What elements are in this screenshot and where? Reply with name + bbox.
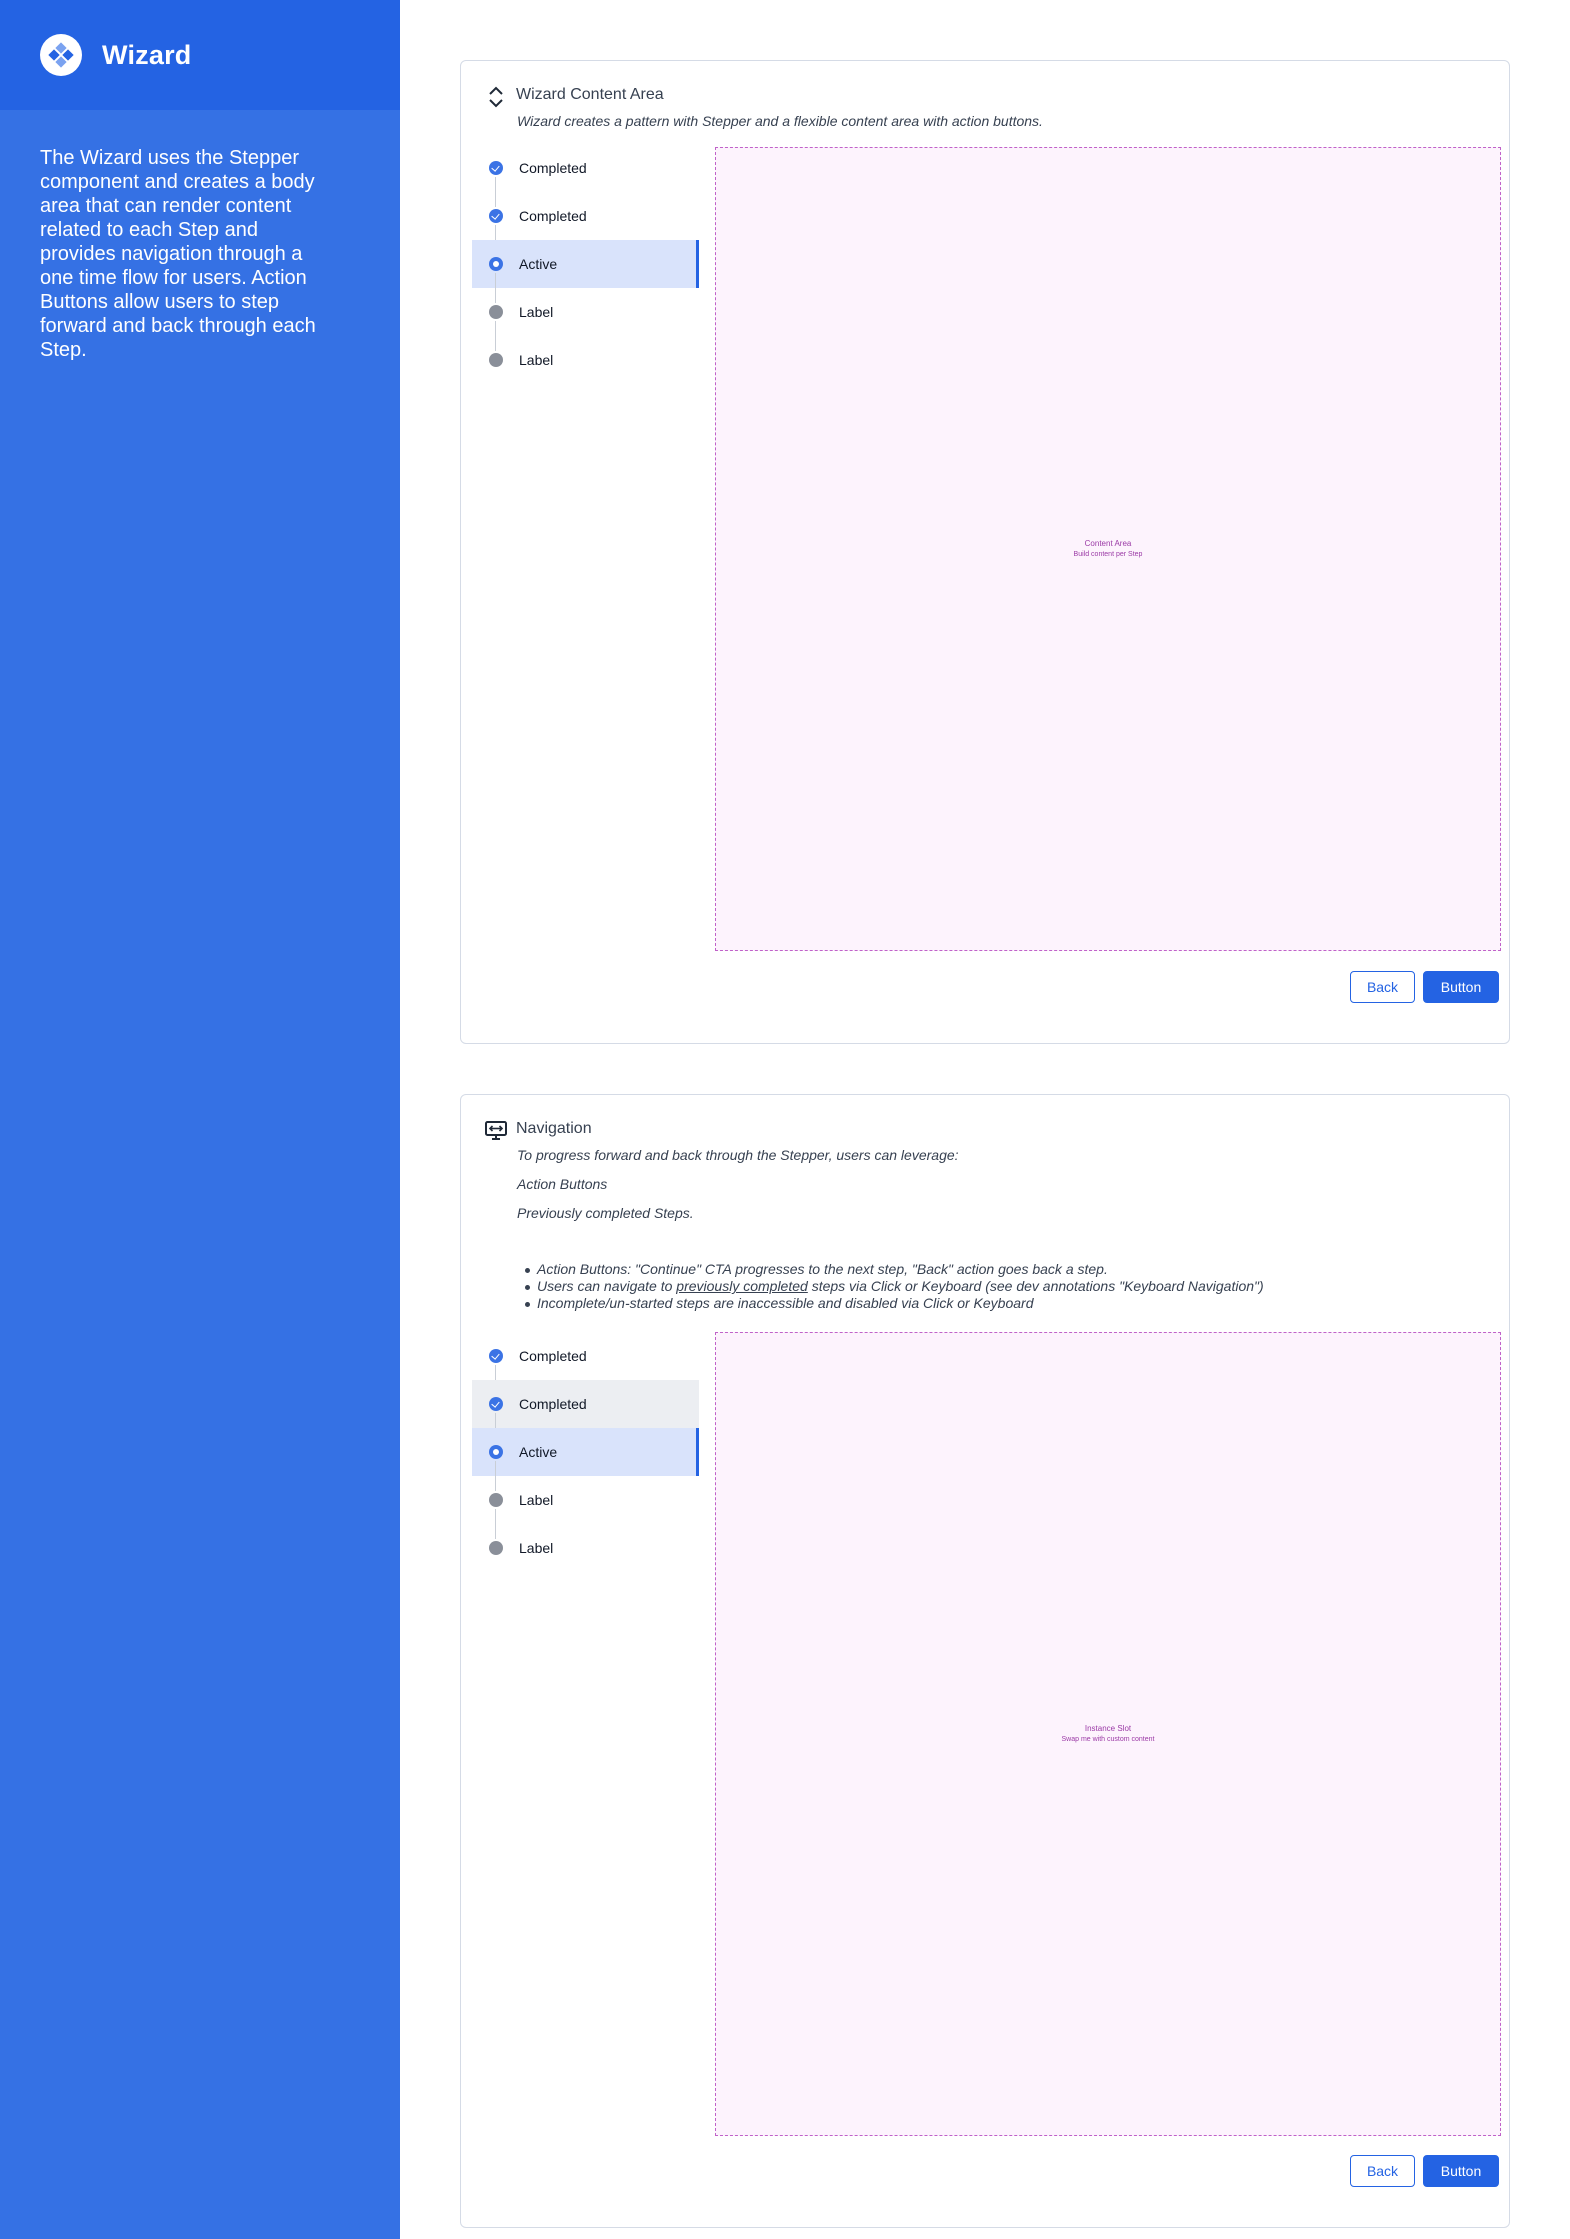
- step-pending-2: Label: [472, 336, 699, 384]
- card-subtitle: Wizard creates a pattern with Stepper an…: [517, 113, 1043, 129]
- action-buttons: Back Button: [1350, 971, 1499, 1003]
- step-label: Active: [519, 256, 558, 272]
- list-item: Users can navigate to previously complet…: [517, 1278, 1264, 1295]
- step-label: Active: [519, 1444, 558, 1460]
- back-button[interactable]: Back: [1350, 971, 1415, 1003]
- slot-title: Content Area: [1084, 539, 1132, 548]
- step-active[interactable]: Active: [472, 240, 699, 303]
- active-circle-icon: [489, 1445, 503, 1459]
- list-item: Action Buttons: "Continue" CTA progresse…: [517, 1261, 1264, 1278]
- navigation-item-action-buttons: Action Buttons: [517, 1176, 608, 1192]
- check-circle-icon: [489, 1397, 503, 1411]
- step-completed-2[interactable]: Completed: [472, 192, 699, 255]
- step-label: Completed: [519, 1396, 587, 1412]
- previously-completed-link: previously completed: [676, 1278, 808, 1294]
- step-label: Label: [519, 304, 554, 320]
- step-label: Completed: [519, 160, 587, 176]
- pending-circle-icon: [489, 1493, 503, 1507]
- primary-button[interactable]: Button: [1423, 971, 1499, 1003]
- card-header: Wizard Content Area: [485, 83, 664, 111]
- step-active[interactable]: Active: [472, 1428, 699, 1491]
- pending-circle-icon: [489, 353, 503, 367]
- stepper: Completed Completed Active Label Label: [472, 144, 699, 384]
- step-label: Label: [519, 352, 554, 368]
- step-label: Completed: [519, 1348, 587, 1364]
- content-area-slot: Content Area Build content per Step: [715, 147, 1501, 951]
- wizard-content-area-card: Wizard Content Area Wizard creates a pat…: [460, 60, 1510, 1044]
- step-completed-1[interactable]: Completed: [472, 144, 699, 207]
- card-title: Navigation: [516, 1120, 592, 1137]
- pending-circle-icon: [489, 1541, 503, 1555]
- expand-collapse-icon: [485, 83, 507, 111]
- step-label: Completed: [519, 208, 587, 224]
- stepper: Completed Completed Active Label Label: [472, 1332, 699, 1572]
- step-pending-1: Label: [472, 1476, 699, 1539]
- check-circle-icon: [489, 1349, 503, 1363]
- instance-slot: Instance Slot Swap me with custom conten…: [715, 1332, 1501, 2136]
- slot-subtitle: Build content per Step: [1073, 551, 1143, 558]
- check-circle-icon: [489, 161, 503, 175]
- step-completed-1[interactable]: Completed: [472, 1332, 699, 1395]
- navigation-item-previous-steps: Previously completed Steps.: [517, 1205, 694, 1221]
- step-label: Label: [519, 1540, 554, 1556]
- slot-subtitle: Swap me with custom content: [1061, 1736, 1155, 1743]
- wizard-logo-icon: [40, 34, 82, 76]
- slot-title: Instance Slot: [1084, 1724, 1132, 1733]
- active-circle-icon: [489, 257, 503, 271]
- navigation-bullet-list: Action Buttons: "Continue" CTA progresse…: [517, 1261, 1264, 1312]
- bullet-text: steps via Click or Keyboard (see dev ann…: [807, 1278, 1264, 1294]
- navigation-intro: To progress forward and back through the…: [517, 1147, 959, 1163]
- navigation-card: Navigation To progress forward and back …: [460, 1094, 1510, 2228]
- sidebar-description: The Wizard uses the Stepper component an…: [40, 147, 316, 361]
- card-title: Wizard Content Area: [516, 86, 664, 103]
- check-circle-icon: [489, 209, 503, 223]
- back-button[interactable]: Back: [1350, 2155, 1415, 2187]
- step-completed-2[interactable]: Completed: [472, 1380, 699, 1443]
- step-pending-2: Label: [472, 1524, 699, 1572]
- step-label: Label: [519, 1492, 554, 1508]
- sidebar: Wizard The Wizard uses the Stepper compo…: [0, 0, 400, 2239]
- card-header: Navigation: [485, 1117, 592, 1145]
- sidebar-header: Wizard: [0, 0, 400, 110]
- step-pending-1: Label: [472, 288, 699, 351]
- primary-button[interactable]: Button: [1423, 2155, 1499, 2187]
- action-buttons: Back Button: [1350, 2155, 1499, 2187]
- list-item: Incomplete/un-started steps are inaccess…: [517, 1295, 1264, 1312]
- sidebar-title: Wizard: [102, 39, 192, 70]
- bullet-text: Users can navigate to: [537, 1278, 677, 1294]
- pending-circle-icon: [489, 305, 503, 319]
- monitor-arrows-icon: [485, 1117, 507, 1145]
